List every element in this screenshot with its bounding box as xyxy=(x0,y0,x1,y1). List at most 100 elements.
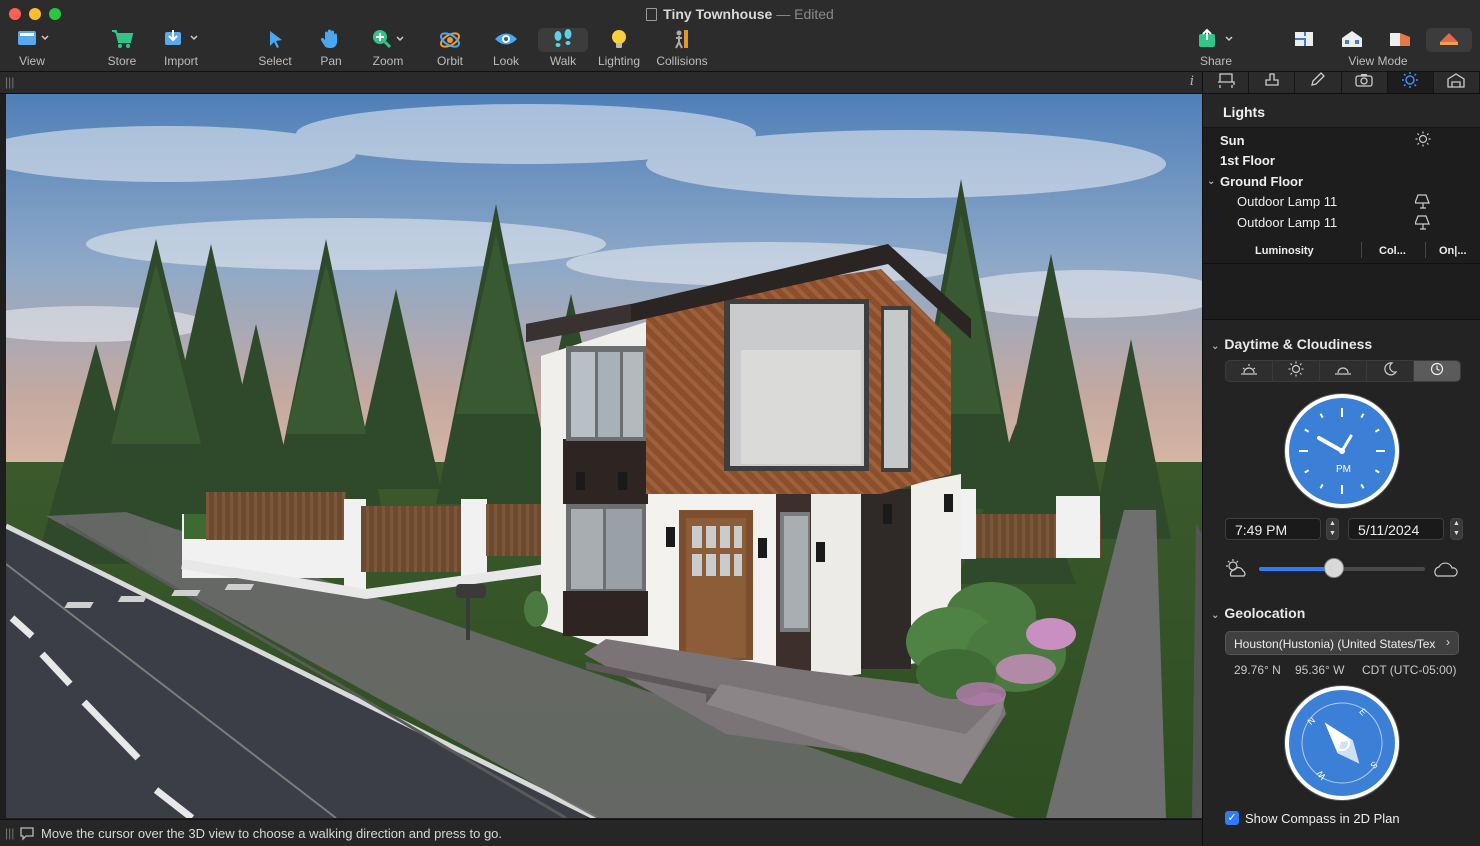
lightbulb-icon xyxy=(596,28,642,52)
am-pm-label: PM xyxy=(1336,464,1351,475)
column-color[interactable]: Col... xyxy=(1379,245,1406,257)
tab-furniture[interactable] xyxy=(1203,72,1250,93)
share-button[interactable]: Share xyxy=(1196,28,1236,68)
edited-status: Edited xyxy=(794,6,834,22)
clock-face-icon xyxy=(1299,408,1385,494)
stamp-icon xyxy=(1262,72,1282,93)
viewport-header: ||| i xyxy=(0,72,1202,94)
cloudiness-slider[interactable] xyxy=(1259,558,1425,578)
tab-building-info[interactable] xyxy=(1434,72,1480,93)
lamp-icon xyxy=(1414,213,1431,234)
hand-icon xyxy=(316,28,346,52)
cart-icon xyxy=(104,28,140,52)
floorplan-icon xyxy=(1290,28,1318,52)
column-on[interactable]: On|... xyxy=(1439,245,1467,257)
lamp-icon xyxy=(1414,192,1431,213)
midday-mode-button[interactable] xyxy=(1273,361,1320,381)
building-icon xyxy=(1446,72,1466,93)
status-bar: ||| Move the cursor over the 3D view to … xyxy=(0,819,1202,846)
time-dial[interactable]: PM xyxy=(1285,394,1399,508)
sun-icon xyxy=(1415,131,1431,150)
show-compass-label: Show Compass in 2D Plan xyxy=(1245,811,1400,826)
lights-list: Sun 1st Floor ⌄ Ground Floor Outdoor Lam… xyxy=(1203,128,1480,238)
sunset-icon xyxy=(1334,362,1352,381)
tab-building[interactable] xyxy=(1249,72,1296,93)
daytime-mode-selector xyxy=(1225,360,1461,382)
night-mode-button[interactable] xyxy=(1367,361,1414,381)
inspector-tabs xyxy=(1203,72,1480,94)
time-stepper[interactable]: ▲ ▼ xyxy=(1326,518,1339,540)
sun-tab-icon xyxy=(1400,71,1420,94)
3d-scene-render[interactable] xyxy=(6,94,1202,818)
import-button[interactable]: Import xyxy=(160,28,202,68)
view-mode-label: View Mode xyxy=(1348,54,1408,68)
lighting-button[interactable]: Lighting xyxy=(596,28,642,68)
orbit-tool-button[interactable]: Orbit xyxy=(432,28,468,68)
sunrise-mode-button[interactable] xyxy=(1226,361,1273,381)
share-icon xyxy=(1196,28,1236,52)
compass-dial[interactable]: N E S W xyxy=(1285,686,1399,800)
cloudy-icon xyxy=(1431,559,1461,584)
time-field[interactable]: 7:49 PM xyxy=(1225,518,1321,540)
column-luminosity[interactable]: Luminosity xyxy=(1255,245,1314,257)
chevron-down-icon: ⌄ xyxy=(1211,341,1220,352)
show-compass-checkbox[interactable]: ✓ xyxy=(1225,811,1239,825)
sunset-mode-button[interactable] xyxy=(1320,361,1367,381)
store-button[interactable]: Store xyxy=(104,28,140,68)
speech-bubble-icon xyxy=(19,825,35,844)
latitude-text: 29.76° N xyxy=(1234,663,1281,677)
status-message: Move the cursor over the 3D view to choo… xyxy=(41,826,503,841)
lights-column-headers: Luminosity Col... On|... xyxy=(1203,238,1480,264)
tab-lighting[interactable] xyxy=(1387,71,1434,94)
moon-icon xyxy=(1383,361,1398,381)
clock-icon xyxy=(1430,362,1444,381)
cloudiness-slider-fill xyxy=(1259,567,1334,571)
view-mode-2d-button[interactable] xyxy=(1290,28,1318,52)
pencil-icon xyxy=(1308,72,1328,93)
view-mode-3d-button[interactable] xyxy=(1338,28,1366,52)
sidebar-toggle-bottom-icon[interactable]: ||| xyxy=(5,826,14,840)
inspector-panel: Lights Sun 1st Floor ⌄ Ground Floor Outd… xyxy=(1202,72,1480,846)
location-picker-button[interactable]: Houston(Hustonia) (United States/Tex › xyxy=(1225,631,1459,655)
chevron-down-icon: ⌄ xyxy=(1211,610,1220,621)
import-icon xyxy=(160,28,202,52)
longitude-text: 95.36° W xyxy=(1295,663,1345,677)
daytime-section-title[interactable]: ⌄ Daytime & Cloudiness xyxy=(1211,336,1372,352)
view-mode-split-button[interactable] xyxy=(1386,28,1414,52)
zoom-tool-button[interactable]: Zoom xyxy=(368,28,408,68)
eye-icon xyxy=(490,28,522,52)
house-3d-icon xyxy=(1338,28,1366,52)
view-button[interactable]: View xyxy=(12,28,52,68)
tab-camera[interactable] xyxy=(1342,72,1388,93)
camera-icon xyxy=(1354,72,1374,93)
sunrise-icon xyxy=(1240,362,1258,381)
pan-tool-button[interactable]: Pan xyxy=(316,28,346,68)
select-tool-button[interactable]: Select xyxy=(254,28,296,68)
compass-icon xyxy=(1301,702,1383,784)
pointer-icon xyxy=(254,28,296,52)
cloudiness-slider-knob[interactable] xyxy=(1323,558,1344,578)
date-stepper[interactable]: ▲ ▼ xyxy=(1450,518,1463,540)
lights-header: Lights xyxy=(1203,94,1480,128)
custom-time-mode-button[interactable] xyxy=(1414,361,1460,381)
walk-tool-button[interactable]: Walk xyxy=(538,28,588,68)
info-icon[interactable]: i xyxy=(1190,74,1194,89)
chevron-right-icon: › xyxy=(1446,635,1450,649)
zoom-icon xyxy=(368,28,408,52)
view-icon xyxy=(12,28,52,52)
chevron-down-icon[interactable]: ⌄ xyxy=(1207,176,1215,187)
collision-icon xyxy=(654,28,710,52)
split-view-icon xyxy=(1386,28,1414,52)
orbit-icon xyxy=(432,28,468,52)
date-field[interactable]: 5/11/2024 xyxy=(1348,518,1444,540)
view-mode-render-button[interactable] xyxy=(1426,28,1472,52)
tab-edit[interactable] xyxy=(1295,72,1342,93)
sidebar-toggle-icon[interactable]: ||| xyxy=(5,75,14,89)
footprints-icon xyxy=(538,28,588,52)
lights-empty-area xyxy=(1203,264,1480,320)
window-title: Tiny Townhouse — Edited xyxy=(0,6,1480,22)
geolocation-section-title[interactable]: ⌄ Geolocation xyxy=(1211,605,1305,621)
collisions-button[interactable]: Collisions xyxy=(654,28,710,68)
look-tool-button[interactable]: Look xyxy=(490,28,522,68)
3d-view[interactable] xyxy=(6,94,1202,818)
